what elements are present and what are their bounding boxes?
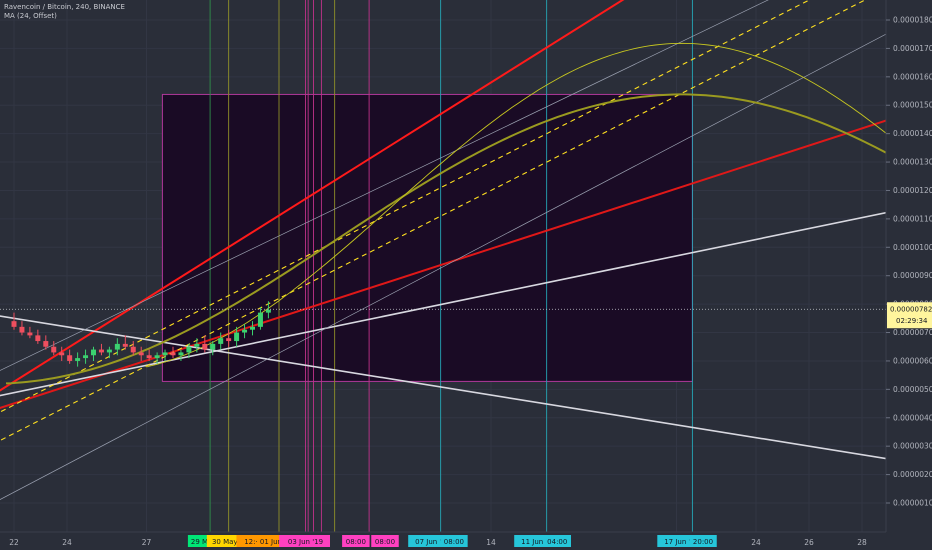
candle-body: [130, 346, 136, 353]
candle-body: [226, 338, 232, 342]
time-tag-label: 08:00: [375, 538, 395, 546]
price-tick-label: 0.00000300: [893, 442, 932, 451]
time-tag-label: 12:· 01 Jun: [244, 538, 282, 546]
time-tick-label: 28: [857, 538, 867, 547]
time-tag-label: 20:00: [693, 538, 713, 546]
last-price-countdown: 02:29:34: [896, 317, 928, 325]
time-tick-label: 26: [804, 538, 814, 547]
candle-body: [210, 343, 216, 350]
price-tick-label: 0.00000700: [893, 328, 932, 337]
candle-body: [186, 346, 192, 353]
time-tag-label: 03 Jun '19: [288, 538, 323, 546]
price-chart[interactable]: 0.00000100 0.00000200 0.00000300 0.00000400…: [0, 0, 932, 550]
candle-body: [146, 355, 152, 359]
candle-body: [202, 343, 208, 350]
candle-body: [162, 352, 168, 356]
price-tick-label: 0.00001300: [893, 158, 932, 167]
candle-body: [27, 332, 33, 336]
candle-body: [178, 352, 184, 356]
time-tick-label: 14: [486, 538, 496, 547]
candle-body: [19, 326, 25, 333]
price-tick-label: 0.00001800: [893, 16, 932, 25]
indicator-line[interactable]: MA (24, Offset): [4, 12, 125, 21]
price-tick-label: 0.00000500: [893, 385, 932, 394]
time-tick-label: 22: [9, 538, 19, 547]
price-tick-label: 0.00001000: [893, 243, 932, 252]
legend: Ravencoin / Bitcoin, 240, BINANCE MA (24…: [4, 3, 125, 21]
candle-body: [83, 355, 89, 359]
price-tick-label: 0.00000600: [893, 356, 932, 365]
candle-body: [35, 335, 41, 342]
last-price-value: 0.00000782: [890, 306, 932, 314]
time-tick-label: 27: [142, 538, 152, 547]
price-tick-label: 0.00001400: [893, 129, 932, 138]
candle-body: [114, 343, 120, 350]
price-tick-label: 0.00000400: [893, 413, 932, 422]
candle-body: [170, 352, 176, 356]
candle-body: [43, 341, 49, 347]
price-tick-label: 0.00001700: [893, 44, 932, 53]
candle-body: [98, 349, 104, 353]
candle-body: [154, 355, 160, 359]
time-tick-label: 24: [62, 538, 72, 547]
candle-body: [59, 352, 65, 356]
price-tick-label: 0.00001100: [893, 214, 932, 223]
time-tag-label: 04:00: [547, 538, 567, 546]
candle-body: [91, 349, 96, 356]
price-tick-label: 0.00001500: [893, 101, 932, 110]
candle-body: [106, 349, 112, 353]
time-tick-label: 24: [751, 538, 761, 547]
symbol-line[interactable]: Ravencoin / Bitcoin, 240, BINANCE: [4, 3, 125, 12]
candle-body: [122, 343, 128, 347]
candle-body: [218, 338, 224, 344]
candle-body: [242, 329, 248, 333]
candle-body: [51, 346, 57, 353]
candle-body: [265, 309, 271, 313]
price-tick-label: 0.00000100: [893, 499, 932, 508]
last-price-tag: 0.00000782 02:29:34: [887, 302, 932, 329]
price-tick-label: 0.00001200: [893, 186, 932, 195]
candle-body: [75, 358, 81, 361]
candle-body: [11, 321, 17, 327]
candle-body: [194, 343, 200, 347]
price-tick-label: 0.00001600: [893, 72, 932, 81]
candle-body: [138, 352, 144, 356]
time-tag-label: 08:00: [346, 538, 366, 546]
time-tag-label: 08:00: [444, 538, 464, 546]
candle-body: [257, 312, 263, 327]
candle-body: [250, 326, 255, 330]
time-tag-label: 29 M: [191, 538, 208, 546]
candle-body: [67, 355, 73, 361]
price-tick-label: 0.00000900: [893, 271, 932, 280]
price-tick-label: 0.00000200: [893, 470, 932, 479]
candle-body: [234, 332, 240, 342]
